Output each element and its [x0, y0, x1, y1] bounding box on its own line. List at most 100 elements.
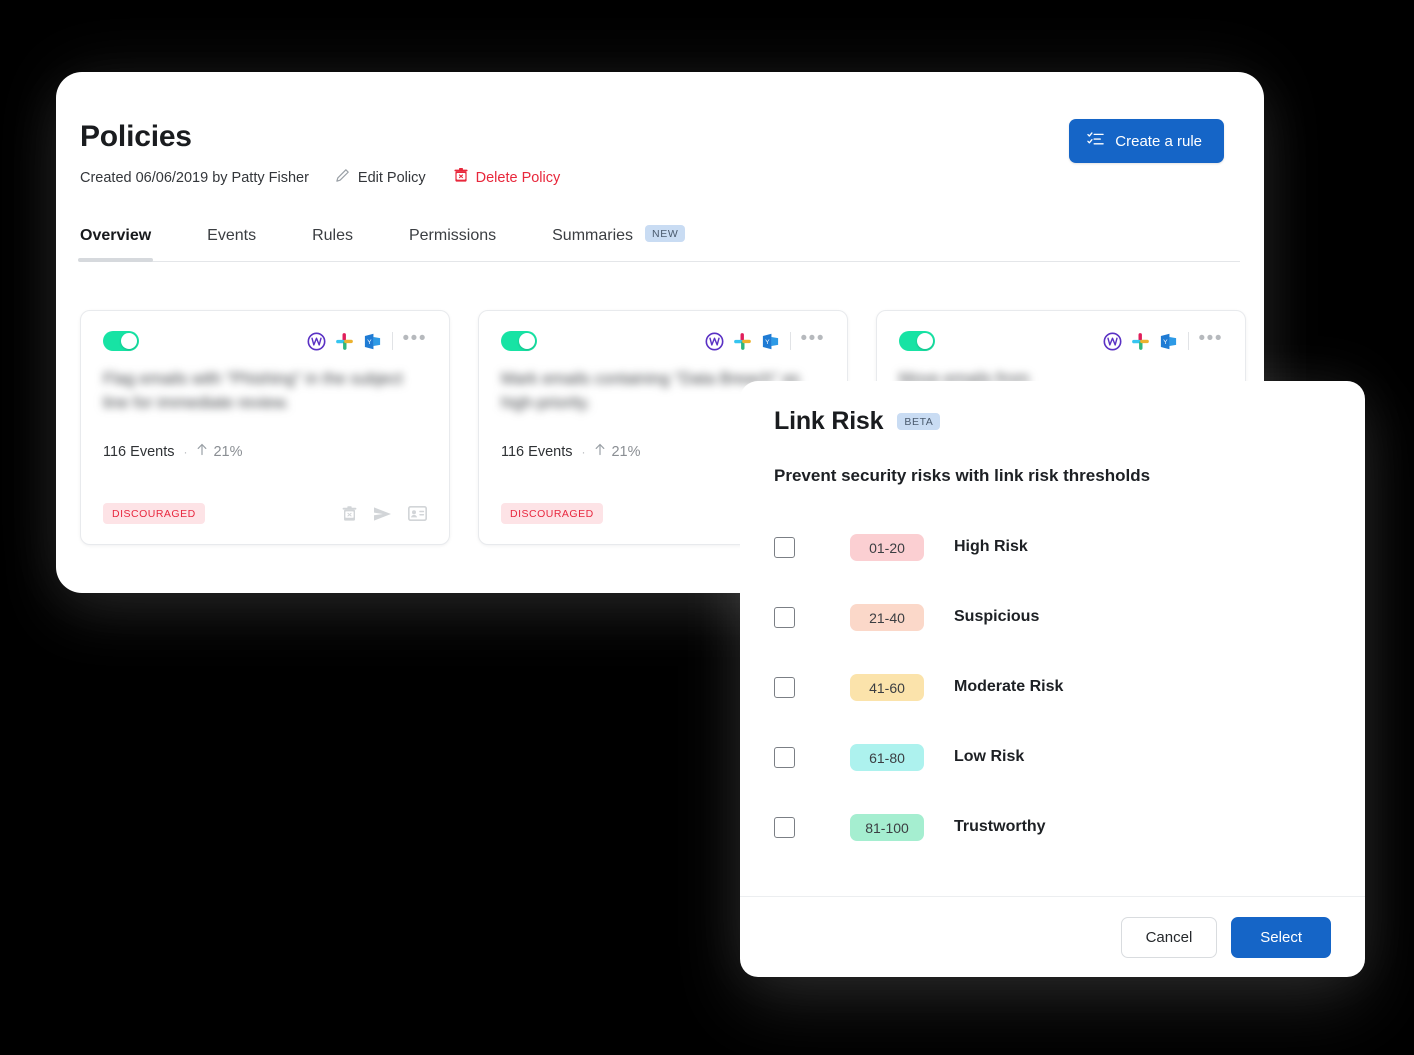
slack-icon: [335, 332, 354, 351]
policy-meta-row: Created 06/06/2019 by Patty Fisher Edit …: [80, 168, 1224, 187]
integration-icons: Y: [705, 332, 780, 351]
workplace-icon: [307, 332, 326, 351]
policy-card-footer: DISCOURAGED: [103, 503, 427, 524]
policy-card-header: Y •••: [103, 329, 427, 351]
create-rule-button[interactable]: Create a rule: [1069, 119, 1224, 163]
delete-policy-label: Delete Policy: [475, 169, 561, 186]
integration-icons: Y: [1103, 332, 1178, 351]
cancel-button[interactable]: Cancel: [1120, 916, 1218, 958]
trend-delta: 21%: [594, 443, 641, 460]
more-options-icon[interactable]: •••: [1199, 329, 1223, 349]
tab-new-badge: NEW: [645, 225, 686, 242]
beta-badge: BETA: [897, 413, 941, 430]
risk-threshold-row[interactable]: 61-80 Low Risk: [774, 722, 1331, 792]
dialog-title-row: Link Risk BETA: [774, 407, 1331, 436]
stat-separator: ·: [581, 444, 586, 459]
tab-events[interactable]: Events: [207, 227, 256, 261]
more-options-icon[interactable]: •••: [403, 329, 427, 349]
dialog-title: Link Risk: [774, 407, 884, 435]
edit-policy-button[interactable]: Edit Policy: [335, 168, 426, 187]
risk-range-badge: 21-40: [850, 603, 924, 631]
policy-card-actions: [342, 505, 427, 522]
stat-separator: ·: [183, 444, 188, 459]
create-rule-label: Create a rule: [1115, 132, 1202, 150]
risk-range-badge: 41-60: [850, 673, 924, 701]
tab-summaries[interactable]: Summaries NEW: [552, 225, 686, 261]
policy-enabled-toggle[interactable]: [103, 331, 139, 351]
policy-card-header-right: Y •••: [705, 329, 825, 351]
link-risk-dialog: Link Risk BETA Prevent security risks wi…: [740, 381, 1365, 977]
slack-icon: [733, 332, 752, 351]
workplace-icon: [1103, 332, 1122, 351]
risk-level-label: Moderate Risk: [954, 678, 1064, 695]
tab-label: Permissions: [408, 227, 497, 244]
risk-range-badge: 01-20: [850, 533, 924, 561]
risk-threshold-list: 01-20 High Risk 21-40 Suspicious 41-60 Modera…: [740, 512, 1365, 862]
tab-overview[interactable]: Overview: [77, 227, 154, 262]
policy-card-header-right: Y •••: [1103, 329, 1223, 351]
tab-label: Overview: [80, 227, 152, 244]
policy-enabled-toggle[interactable]: [501, 331, 537, 351]
policy-card-header: Y •••: [899, 329, 1223, 351]
tab-rules[interactable]: Rules: [312, 227, 353, 261]
send-icon[interactable]: [373, 506, 392, 522]
page-title: Policies: [80, 120, 192, 153]
tab-label: Rules: [312, 227, 353, 244]
svg-text:Y: Y: [1163, 338, 1168, 345]
risk-threshold-row[interactable]: 01-20 High Risk: [774, 512, 1331, 582]
yammer-icon: Y: [363, 332, 382, 351]
risk-level-label: Trustworthy: [954, 818, 1046, 835]
create-rule-icon: [1087, 131, 1104, 151]
workplace-icon: [705, 332, 724, 351]
dialog-header: Link Risk BETA Prevent security risks wi…: [740, 381, 1365, 486]
risk-threshold-row[interactable]: 21-40 Suspicious: [774, 582, 1331, 652]
status-badge: DISCOURAGED: [103, 503, 205, 524]
policy-card-stats: 116 Events · 21%: [103, 443, 427, 460]
trend-value: 21%: [611, 443, 641, 460]
integration-icons: Y: [307, 332, 382, 351]
svg-text:Y: Y: [367, 338, 372, 345]
risk-range-badge: 61-80: [850, 743, 924, 771]
event-count: 116 Events: [501, 443, 573, 460]
status-badge: DISCOURAGED: [501, 503, 603, 524]
risk-level-label: Suspicious: [954, 608, 1040, 625]
risk-checkbox[interactable]: [774, 816, 795, 838]
tab-label: Summaries: [552, 227, 634, 244]
svg-text:Y: Y: [765, 338, 770, 345]
risk-range-badge: 81-100: [850, 813, 924, 841]
risk-checkbox[interactable]: [774, 536, 795, 558]
risk-checkbox[interactable]: [774, 676, 795, 698]
policy-enabled-toggle[interactable]: [899, 331, 935, 351]
trash-icon: [454, 168, 468, 187]
screen-root: Policies Created 06/06/2019 by Patty Fis…: [0, 0, 1414, 1055]
policy-tabs: Overview Events Rules Permissions Summaries N…: [77, 225, 1240, 262]
policy-card-title: Flag emails with "Phishing" in the subje…: [103, 370, 403, 413]
trash-icon[interactable]: [342, 505, 357, 522]
risk-level-label: Low Risk: [954, 748, 1025, 765]
contact-card-icon[interactable]: [408, 506, 427, 521]
policy-card[interactable]: Y ••• Flag emails with "Phishing" in the s…: [80, 310, 450, 545]
divider: [789, 332, 791, 350]
risk-checkbox[interactable]: [774, 746, 795, 768]
event-count: 116 Events: [103, 443, 175, 460]
pencil-icon: [335, 168, 350, 187]
more-options-icon[interactable]: •••: [801, 329, 825, 349]
delete-policy-button[interactable]: Delete Policy: [454, 168, 561, 187]
trend-delta: 21%: [196, 443, 243, 460]
divider: [391, 332, 393, 350]
arrow-up-icon: [196, 443, 208, 460]
trend-value: 21%: [213, 443, 243, 460]
created-text: Created 06/06/2019 by Patty Fisher: [80, 169, 309, 186]
risk-level-label: High Risk: [954, 538, 1028, 555]
risk-threshold-row[interactable]: 81-100 Trustworthy: [774, 792, 1331, 862]
select-button[interactable]: Select: [1231, 916, 1331, 958]
yammer-icon: Y: [1159, 332, 1178, 351]
policy-card-header-right: Y •••: [307, 329, 427, 351]
dialog-footer: Cancel Select: [740, 896, 1365, 977]
arrow-up-icon: [594, 443, 606, 460]
tab-permissions[interactable]: Permissions: [409, 227, 496, 261]
divider: [1187, 332, 1189, 350]
risk-checkbox[interactable]: [774, 606, 795, 628]
risk-threshold-row[interactable]: 41-60 Moderate Risk: [774, 652, 1331, 722]
slack-icon: [1131, 332, 1150, 351]
